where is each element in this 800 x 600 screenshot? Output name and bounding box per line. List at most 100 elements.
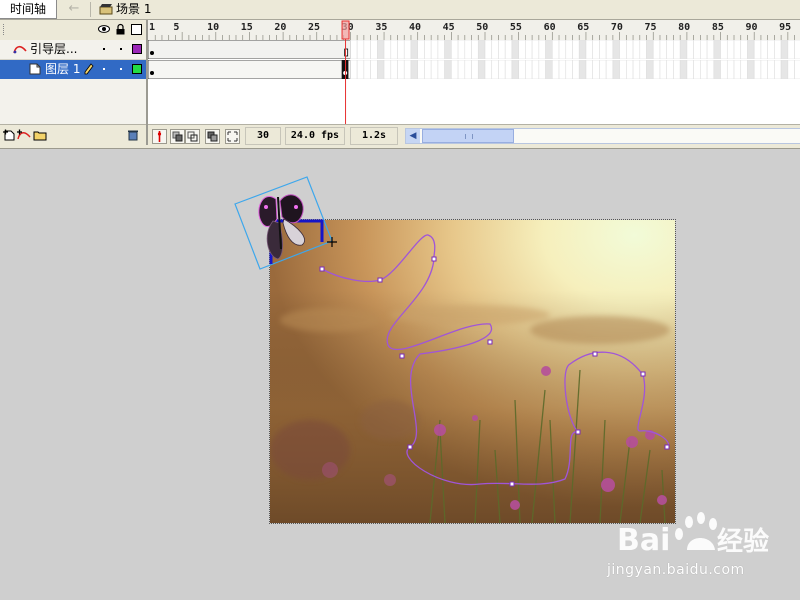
empty-frame[interactable] <box>558 60 567 79</box>
empty-frame[interactable] <box>370 60 378 79</box>
trash-icon[interactable] <box>127 129 139 141</box>
empty-frame[interactable] <box>639 40 647 59</box>
empty-frame[interactable] <box>531 40 540 59</box>
empty-frame[interactable] <box>780 40 789 59</box>
empty-frame[interactable] <box>484 40 493 59</box>
empty-frame[interactable] <box>747 60 755 79</box>
empty-frame[interactable] <box>578 40 587 59</box>
empty-frame[interactable] <box>410 60 419 79</box>
elapsed-time-field[interactable]: 1.2s <box>350 127 398 145</box>
empty-frame[interactable] <box>457 60 466 79</box>
frames-area[interactable]: 1 5 10 15 20 25 30 35 40 45 50 55 60 65 70 75 80 85 90 95 3… <box>148 20 800 146</box>
empty-frame[interactable] <box>760 60 768 79</box>
empty-frame[interactable] <box>646 40 654 59</box>
empty-frame[interactable] <box>538 60 546 79</box>
empty-frame[interactable] <box>673 60 681 79</box>
empty-frame[interactable] <box>572 60 580 79</box>
empty-frame[interactable] <box>403 40 412 59</box>
frame-span[interactable] <box>148 40 351 59</box>
frame-rate-field[interactable]: 24.0 fps <box>285 127 345 145</box>
empty-frame[interactable] <box>700 60 708 79</box>
empty-frame[interactable] <box>424 40 432 59</box>
empty-frame[interactable] <box>390 60 398 79</box>
empty-frame[interactable] <box>565 60 573 79</box>
timeline-tab[interactable]: 时间轴 <box>0 0 57 19</box>
empty-frame[interactable] <box>666 60 674 79</box>
layer-name[interactable]: 引导层... <box>30 40 77 58</box>
frame-span[interactable] <box>148 60 351 79</box>
empty-frame[interactable] <box>410 40 419 59</box>
empty-frame[interactable] <box>390 40 398 59</box>
empty-frame[interactable] <box>740 40 748 59</box>
empty-frame[interactable] <box>444 60 452 79</box>
empty-frame[interactable] <box>774 60 782 79</box>
empty-frame[interactable] <box>753 60 762 79</box>
empty-frame[interactable] <box>417 40 425 59</box>
butterfly-selection[interactable] <box>234 176 337 270</box>
empty-frame[interactable] <box>370 40 378 59</box>
empty-frame[interactable] <box>504 60 513 79</box>
empty-frame[interactable] <box>659 40 668 59</box>
lock-icon[interactable] <box>115 23 126 35</box>
visibility-dot[interactable] <box>103 68 105 70</box>
scene-clapper-icon[interactable] <box>99 3 113 15</box>
empty-frame[interactable] <box>464 40 472 59</box>
current-frame-field[interactable]: 30 <box>245 127 281 145</box>
empty-frame[interactable] <box>673 40 681 59</box>
empty-frame[interactable] <box>430 40 439 59</box>
empty-frame[interactable] <box>626 40 634 59</box>
empty-frame[interactable] <box>383 60 392 79</box>
empty-frame[interactable] <box>632 40 641 59</box>
center-frame-button[interactable] <box>152 129 167 144</box>
empty-frame[interactable] <box>525 40 533 59</box>
empty-frame[interactable] <box>363 60 371 79</box>
frame-end-marker[interactable] <box>344 48 349 57</box>
onion-outline-button[interactable] <box>185 129 200 144</box>
empty-frame[interactable] <box>578 60 587 79</box>
empty-frame[interactable] <box>350 60 358 79</box>
empty-frame[interactable] <box>471 40 479 59</box>
add-motion-guide-icon[interactable] <box>17 129 31 141</box>
empty-frame[interactable] <box>538 40 546 59</box>
empty-frame[interactable] <box>774 40 782 59</box>
layer-color-swatch[interactable] <box>132 44 142 54</box>
empty-frame[interactable] <box>652 40 661 59</box>
empty-frame[interactable] <box>377 60 385 79</box>
edit-multiple-frames-button[interactable] <box>205 129 220 144</box>
scroll-left-icon[interactable]: ◀ <box>406 129 420 143</box>
lock-dot[interactable] <box>120 48 122 50</box>
empty-frame[interactable] <box>599 40 607 59</box>
empty-frame[interactable] <box>451 60 459 79</box>
empty-frame[interactable] <box>720 60 728 79</box>
empty-frame[interactable] <box>464 60 472 79</box>
motion-guide-path[interactable] <box>319 234 670 487</box>
empty-frame[interactable] <box>612 60 620 79</box>
empty-frame[interactable] <box>626 60 634 79</box>
empty-frame[interactable] <box>612 40 620 59</box>
empty-frame[interactable] <box>545 40 553 59</box>
empty-frame[interactable] <box>733 40 742 59</box>
empty-frame[interactable] <box>350 40 358 59</box>
empty-frame[interactable] <box>652 60 661 79</box>
layer-name[interactable]: 图层 1 <box>45 60 80 78</box>
empty-frame[interactable] <box>417 60 425 79</box>
frame-track-layer1[interactable] <box>148 60 800 79</box>
keyframe-dot[interactable] <box>150 51 154 55</box>
empty-frame[interactable] <box>592 60 600 79</box>
empty-frame[interactable] <box>787 60 795 79</box>
empty-frame[interactable] <box>605 60 614 79</box>
empty-frame[interactable] <box>498 40 506 59</box>
empty-frame[interactable] <box>646 60 654 79</box>
scrollbar-thumb[interactable] <box>422 129 514 143</box>
empty-frame[interactable] <box>599 60 607 79</box>
empty-frame[interactable] <box>706 60 715 79</box>
empty-frame[interactable] <box>383 40 392 59</box>
empty-frame[interactable] <box>518 40 526 59</box>
empty-frame[interactable] <box>403 60 412 79</box>
empty-frame[interactable] <box>504 40 513 59</box>
empty-frame[interactable] <box>605 40 614 59</box>
panel-grip[interactable] <box>3 24 6 35</box>
empty-frame[interactable] <box>451 40 459 59</box>
empty-frame[interactable] <box>363 40 371 59</box>
empty-frame[interactable] <box>585 40 593 59</box>
